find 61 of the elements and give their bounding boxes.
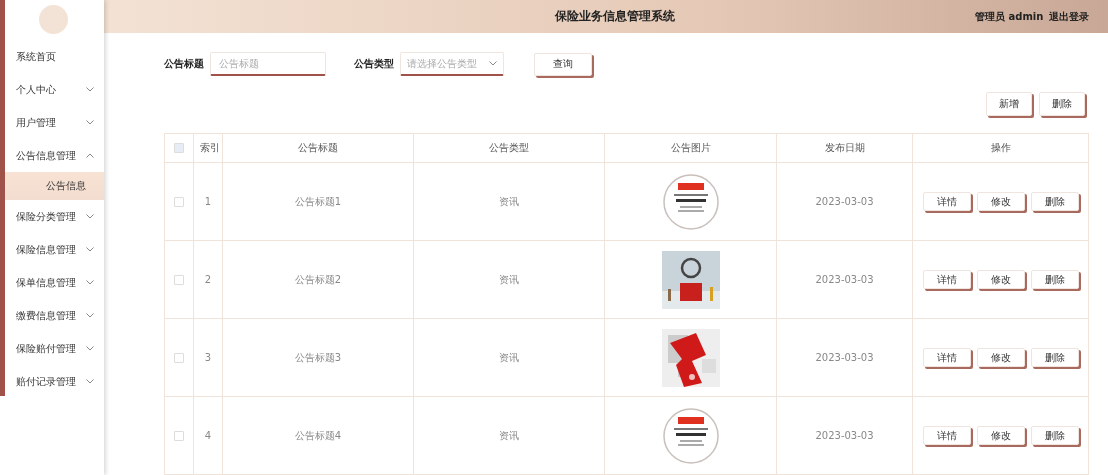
add-button[interactable]: 新增 — [986, 92, 1032, 116]
table-cell: 公告标题3 — [294, 350, 342, 365]
table-cell: 资讯 — [499, 194, 519, 209]
row-checkbox[interactable] — [174, 352, 184, 363]
table-cell: 1 — [204, 196, 212, 207]
table-cell: 资讯 — [499, 350, 519, 365]
menu-item[interactable]: 系统首页 — [5, 40, 104, 73]
delete-button[interactable]: 删除 — [1039, 92, 1085, 116]
details-button[interactable]: 详情 — [922, 348, 971, 367]
submenu-item[interactable]: 公告信息 — [5, 172, 104, 200]
table-cell: 2023-03-03 — [815, 274, 874, 285]
menu-item[interactable]: 保险信息管理 — [5, 233, 104, 266]
logout-link[interactable]: 退出登录 — [1049, 9, 1090, 24]
edit-button[interactable]: 修改 — [976, 426, 1025, 445]
table-cell: 资讯 — [499, 272, 519, 287]
table-cell: 资讯 — [499, 428, 519, 443]
edit-button[interactable]: 修改 — [976, 270, 1025, 289]
table-cell: 2023-03-03 — [815, 430, 874, 441]
chevron-down-icon — [489, 61, 497, 66]
details-button[interactable]: 详情 — [922, 426, 971, 445]
select-all-checkbox[interactable] — [174, 143, 184, 153]
user-name: 管理员 admin — [975, 9, 1044, 24]
table-cell: 2 — [204, 274, 212, 285]
app-title: 保险业务信息管理系统 — [555, 8, 676, 25]
table-cell: 2023-03-03 — [815, 352, 874, 363]
details-button[interactable]: 详情 — [922, 270, 971, 289]
delete-button[interactable]: 删除 — [1030, 348, 1079, 367]
column-header: 操作 — [990, 141, 1011, 155]
edit-button[interactable]: 修改 — [976, 348, 1025, 367]
menu-item[interactable]: 保险赔付管理 — [5, 332, 104, 365]
search-button[interactable]: 查询 — [534, 52, 592, 76]
edit-button[interactable]: 修改 — [976, 192, 1025, 211]
input-field[interactable]: 公告标题 — [210, 52, 326, 76]
details-button[interactable]: 详情 — [922, 192, 971, 211]
menu-item[interactable]: 赔付记录管理 — [5, 365, 104, 398]
menu-item[interactable]: 保单信息管理 — [5, 266, 104, 299]
table-cell: 公告标题4 — [294, 428, 342, 443]
menu-item[interactable]: 缴费信息管理 — [5, 299, 104, 332]
table-cell: 4 — [204, 430, 212, 441]
table-cell: 2023-03-03 — [815, 196, 874, 207]
column-header: 公告标题 — [298, 141, 338, 155]
column-header: 发布日期 — [824, 141, 865, 155]
avatar-icon — [39, 5, 68, 34]
column-header: 公告类型 — [489, 141, 529, 155]
menu-item[interactable]: 公告信息管理 — [5, 139, 104, 172]
delete-button[interactable]: 删除 — [1030, 426, 1079, 445]
menu-item[interactable]: 个人中心 — [5, 73, 104, 106]
row-checkbox[interactable] — [174, 196, 184, 207]
row-checkbox[interactable] — [174, 430, 184, 441]
delete-button[interactable]: 删除 — [1030, 192, 1079, 211]
field-label: 公告类型 — [354, 57, 394, 71]
table-cell: 公告标题1 — [294, 194, 342, 209]
menu-item[interactable]: 保险分类管理 — [5, 200, 104, 233]
table-cell: 公告标题2 — [294, 272, 342, 287]
table-cell: 3 — [204, 352, 212, 363]
delete-button[interactable]: 删除 — [1030, 270, 1079, 289]
field-label: 公告标题 — [164, 57, 204, 71]
menu-item[interactable]: 用户管理 — [5, 106, 104, 139]
column-header: 索引 — [200, 141, 220, 155]
row-checkbox[interactable] — [174, 274, 184, 285]
column-header: 公告图片 — [670, 141, 711, 155]
